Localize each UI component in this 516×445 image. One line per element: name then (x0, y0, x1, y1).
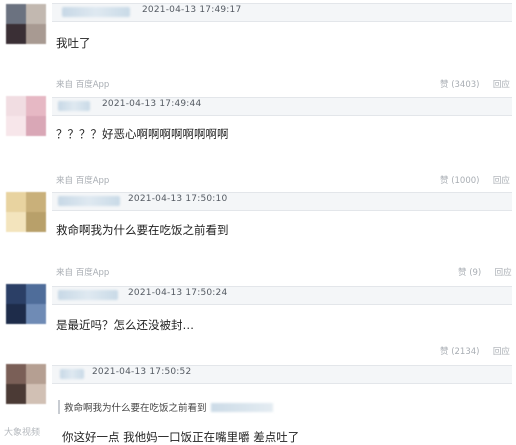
comment-actions: 赞 (1000) 回应 (440, 174, 510, 186)
avatar-pixel (26, 192, 46, 212)
avatar-pixel (26, 212, 46, 232)
avatar-pixel (6, 284, 26, 304)
like-button[interactable]: 赞 (1000) (440, 176, 479, 186)
avatar-pixel (26, 96, 46, 116)
avatar-pixel (6, 192, 26, 212)
reply-button[interactable]: 回应 (495, 268, 512, 278)
comment-source: 来自 百度App (56, 176, 110, 186)
avatar-pixel (26, 284, 46, 304)
username-blurred[interactable] (60, 369, 84, 379)
comment-header: 2021-04-13 17:50:24 (52, 286, 512, 305)
comment-header: 2021-04-13 17:49:17 (52, 3, 512, 22)
quoted-comment: 救命啊我为什么要在吃饭之前看到 (58, 400, 273, 414)
avatar-pixel (6, 212, 26, 232)
comment-source: 来自 百度App (56, 268, 110, 278)
watermark: 大象视频 (4, 428, 41, 438)
comment-timestamp: 2021-04-13 17:50:10 (128, 194, 228, 204)
avatar-pixel (6, 24, 26, 44)
username-blurred[interactable] (62, 7, 130, 17)
comment-timestamp: 2021-04-13 17:49:17 (142, 5, 242, 15)
like-button[interactable]: 赞 (2134) (440, 347, 479, 357)
comment-text: 是最近吗？怎么还没被封… (56, 318, 194, 332)
comment-text: 你这好一点 我他妈一口饭正在嘴里嚼 差点吐了 (62, 430, 300, 444)
avatar-pixel (26, 24, 46, 44)
quoted-username-blurred (210, 403, 273, 412)
reply-button[interactable]: 回应 (493, 347, 510, 357)
comment-timestamp: 2021-04-13 17:49:44 (102, 99, 202, 109)
comment-actions: 赞 (9) 回应 (458, 266, 512, 278)
user-avatar[interactable] (6, 364, 46, 404)
username-blurred[interactable] (58, 290, 118, 300)
avatar-pixel (6, 304, 26, 324)
user-avatar[interactable] (6, 192, 46, 232)
avatar-pixel (26, 384, 46, 404)
comment-actions: 赞 (3403) 回应 (440, 78, 510, 90)
like-button[interactable]: 赞 (3403) (440, 80, 479, 90)
quoted-text: 救命啊我为什么要在吃饭之前看到 (64, 403, 207, 414)
username-blurred[interactable] (58, 101, 90, 111)
avatar-pixel (26, 4, 46, 24)
avatar-pixel (6, 96, 26, 116)
user-avatar[interactable] (6, 4, 46, 44)
comment-source: 来自 百度App (56, 80, 110, 90)
avatar-pixel (6, 4, 26, 24)
comment-text: 我吐了 (56, 36, 91, 50)
comment-header: 2021-04-13 17:49:44 (52, 97, 512, 116)
comment-header: 2021-04-13 17:50:52 (52, 365, 512, 384)
comment-header: 2021-04-13 17:50:10 (52, 192, 512, 211)
avatar-pixel (6, 364, 26, 384)
user-avatar[interactable] (6, 284, 46, 324)
avatar-pixel (26, 304, 46, 324)
avatar-pixel (26, 116, 46, 136)
reply-button[interactable]: 回应 (493, 80, 510, 90)
comment-timestamp: 2021-04-13 17:50:24 (128, 288, 228, 298)
comment-actions: 赞 (2134) 回应 (440, 345, 510, 357)
like-button[interactable]: 赞 (9) (458, 268, 481, 278)
avatar-pixel (26, 364, 46, 384)
avatar-pixel (6, 384, 26, 404)
comment-text: ？？？？好恶心啊啊啊啊啊啊啊啊 (56, 127, 229, 141)
comment-timestamp: 2021-04-13 17:50:52 (92, 367, 192, 377)
avatar-pixel (6, 116, 26, 136)
reply-button[interactable]: 回应 (493, 176, 510, 186)
user-avatar[interactable] (6, 96, 46, 136)
username-blurred[interactable] (58, 196, 120, 206)
comment-text: 救命啊我为什么要在吃饭之前看到 (56, 223, 229, 237)
